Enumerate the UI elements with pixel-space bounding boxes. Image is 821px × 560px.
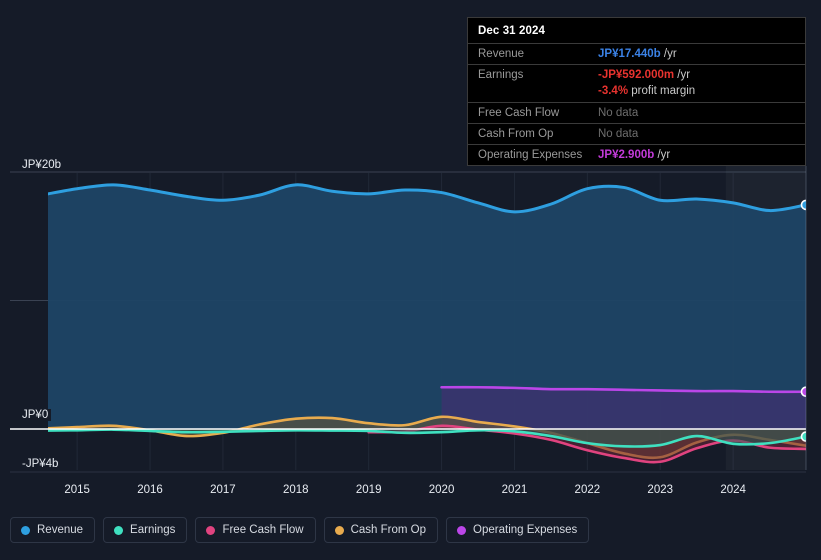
legend-dot-icon bbox=[334, 525, 344, 535]
tooltip-label-free-cash-flow: Free Cash Flow bbox=[478, 107, 560, 119]
legend-label: Revenue bbox=[37, 524, 84, 536]
legend-item-operating-expenses[interactable]: Operating Expenses bbox=[446, 517, 590, 543]
y-axis-label-zero: JP¥0 bbox=[22, 409, 52, 421]
legend-dot-icon bbox=[457, 525, 467, 535]
legend-item-cash-from-op[interactable]: Cash From Op bbox=[323, 517, 439, 543]
tooltip-row-revenue: Revenue JP¥17.440b /yr bbox=[468, 43, 805, 64]
x-axis-tick-2021: 2021 bbox=[501, 484, 528, 496]
legend-dot-icon bbox=[21, 525, 30, 535]
tooltip-row-cash-from-op: Cash From Op No data bbox=[468, 123, 805, 144]
tooltip-value-revenue: JP¥17.440b /yr bbox=[598, 48, 677, 60]
x-axis-tick-2019: 2019 bbox=[355, 484, 382, 496]
tooltip-label-cash-from-op: Cash From Op bbox=[478, 128, 554, 140]
x-axis-tick-2022: 2022 bbox=[574, 484, 601, 496]
tooltip-row-operating-expenses: Operating Expenses JP¥2.900b /yr bbox=[468, 144, 805, 165]
financial-chart: JP¥20b JP¥0 -JP¥4b 2015 2016 2017 2018 2019 2… bbox=[0, 0, 821, 560]
tooltip-label-earnings: Earnings bbox=[478, 69, 524, 81]
y-axis-label-bottom: -JP¥4b bbox=[22, 458, 62, 470]
legend-label: Earnings bbox=[130, 524, 176, 536]
x-axis-tick-2023: 2023 bbox=[647, 484, 674, 496]
tooltip-value-free-cash-flow: No data bbox=[598, 107, 639, 119]
legend-label: Operating Expenses bbox=[473, 524, 578, 536]
legend-dot-icon bbox=[114, 525, 124, 535]
tooltip-row-profit-margin: -3.4% profit margin bbox=[468, 85, 805, 102]
legend-item-free-cash-flow[interactable]: Free Cash Flow bbox=[195, 517, 316, 543]
tooltip-row-earnings: Earnings -JP¥592.000m /yr bbox=[468, 64, 805, 85]
x-axis-tick-2016: 2016 bbox=[137, 484, 163, 496]
x-axis-tick-2018: 2018 bbox=[283, 484, 309, 496]
tooltip-date: Dec 31 2024 bbox=[478, 25, 545, 37]
tooltip-value-profit-margin: -3.4% profit margin bbox=[598, 85, 696, 97]
x-axis-tick-2017: 2017 bbox=[210, 484, 236, 496]
tooltip-value-earnings: -JP¥592.000m /yr bbox=[598, 69, 691, 81]
tooltip-row-free-cash-flow: Free Cash Flow No data bbox=[468, 102, 805, 123]
legend-item-earnings[interactable]: Earnings bbox=[103, 517, 188, 543]
tooltip-value-operating-expenses: JP¥2.900b /yr bbox=[598, 149, 671, 161]
tooltip-label-revenue: Revenue bbox=[478, 48, 525, 60]
series-area-operating-expenses bbox=[441, 387, 806, 429]
tooltip-label-operating-expenses: Operating Expenses bbox=[478, 149, 583, 161]
legend-dot-icon bbox=[206, 525, 216, 535]
tooltip-value-cash-from-op: No data bbox=[598, 128, 639, 140]
legend-label: Cash From Op bbox=[350, 524, 427, 536]
x-axis-tick-2024: 2024 bbox=[720, 484, 746, 496]
legend-item-revenue[interactable]: Revenue bbox=[10, 517, 96, 543]
x-axis-tick-2015: 2015 bbox=[64, 484, 90, 496]
legend-label: Free Cash Flow bbox=[222, 524, 304, 536]
y-axis-label-top: JP¥20b bbox=[22, 159, 65, 171]
x-axis-tick-2020: 2020 bbox=[428, 484, 455, 496]
data-tooltip: Dec 31 2024 Revenue JP¥17.440b /yr Earni… bbox=[467, 17, 806, 166]
chart-legend: Revenue Earnings Free Cash Flow Cash From O… bbox=[10, 517, 590, 543]
